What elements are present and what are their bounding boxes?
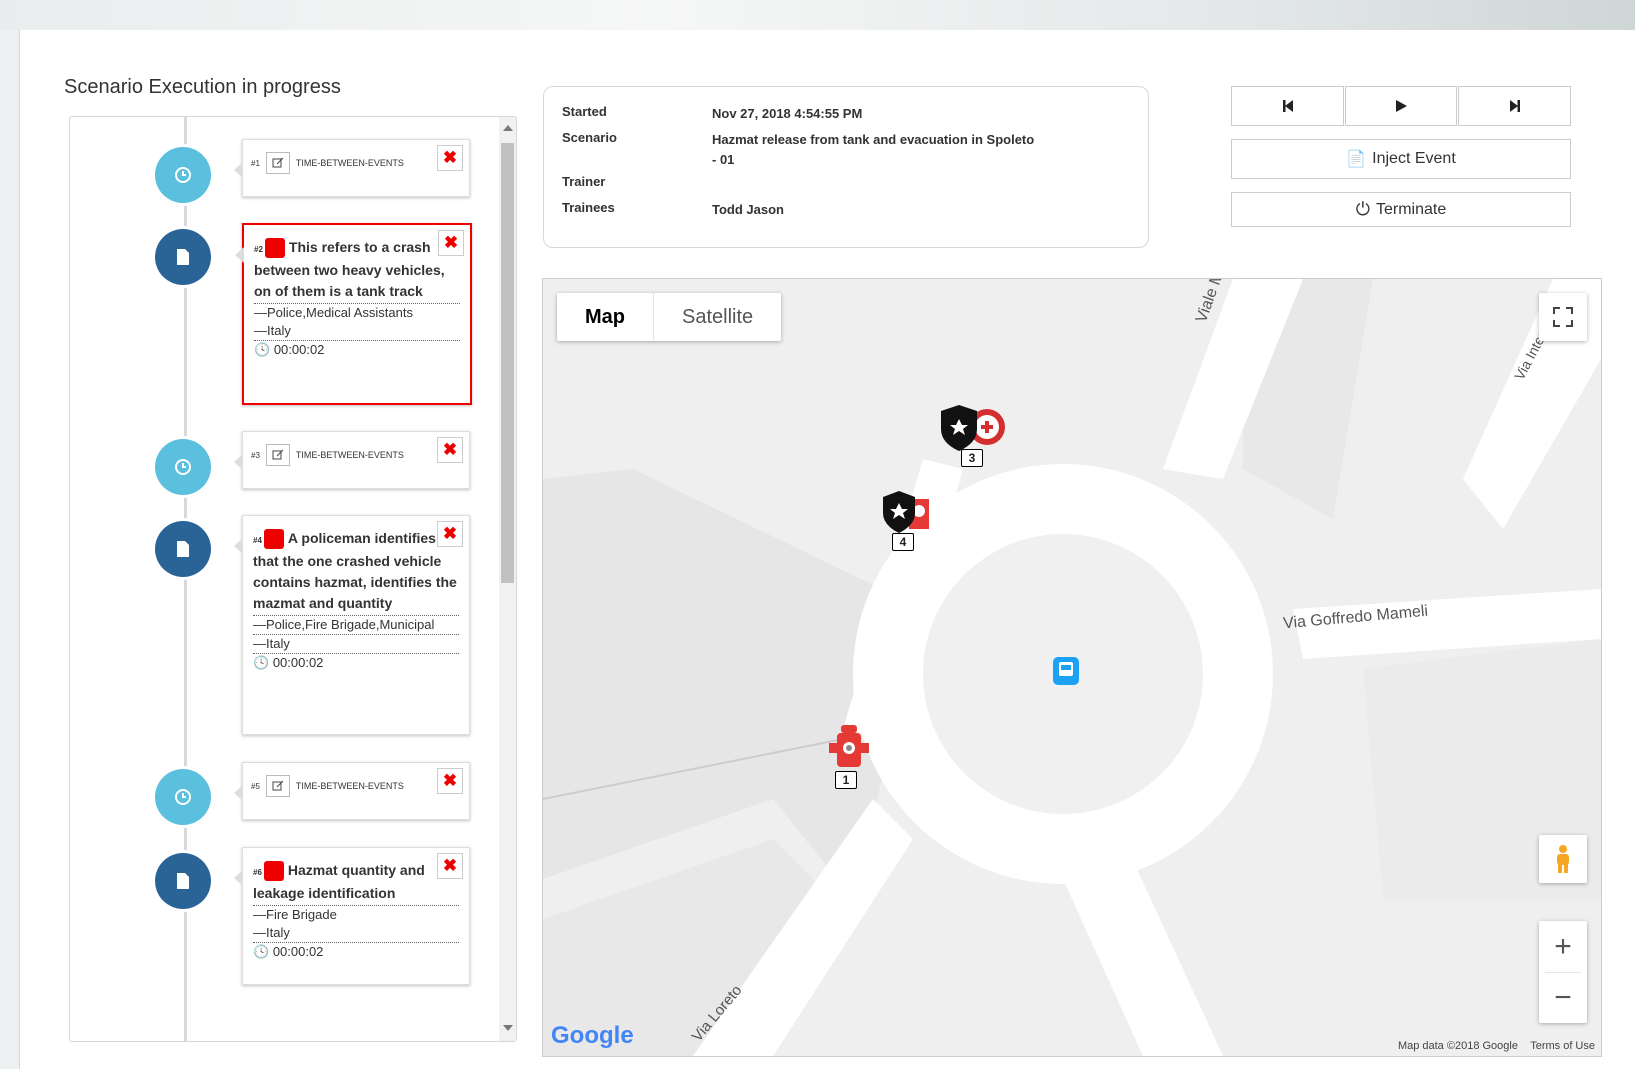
timer-icon bbox=[155, 439, 211, 495]
step-forward-button[interactable] bbox=[1458, 86, 1571, 126]
inject-icon: 📄 bbox=[1346, 151, 1367, 168]
google-logo: Google bbox=[551, 1022, 634, 1049]
map-attribution: Map data ©2018 Google Terms of Use bbox=[1397, 1040, 1595, 1052]
delete-icon[interactable]: ✖ bbox=[437, 145, 463, 171]
timeline-card-2[interactable]: #2 This refers to a crash between two hea… bbox=[235, 223, 472, 405]
zoom-control[interactable]: + − bbox=[1539, 921, 1587, 1023]
document-icon bbox=[155, 853, 211, 909]
delete-icon[interactable]: ✖ bbox=[437, 853, 463, 879]
timeline-card-4[interactable]: #4 A policeman identifies that the one cr… bbox=[234, 515, 470, 735]
scroll-up-icon[interactable] bbox=[503, 125, 513, 131]
delete-icon[interactable]: ✖ bbox=[437, 437, 463, 463]
scenario-info: Started Nov 27, 2018 4:54:55 PM Scenario H… bbox=[543, 86, 1149, 248]
edit-icon[interactable] bbox=[265, 775, 290, 797]
page-title: Scenario Execution in progress bbox=[64, 76, 341, 98]
page-top-background bbox=[0, 0, 1635, 30]
edit-icon[interactable] bbox=[265, 444, 290, 466]
timer-icon bbox=[155, 147, 211, 203]
timeline-card-5[interactable]: #5 TIME-BETWEEN-EVENTS ✖ bbox=[234, 762, 470, 820]
document-icon bbox=[155, 521, 211, 577]
terms-link[interactable]: Terms of Use bbox=[1530, 1040, 1595, 1052]
map-view[interactable]: Viale Martir Via Interr Via Goffredo Mam… bbox=[542, 278, 1602, 1057]
clock-icon: 🕓 bbox=[253, 655, 270, 670]
clock-icon: 🕓 bbox=[254, 342, 271, 357]
delete-icon[interactable]: ✖ bbox=[437, 521, 463, 547]
document-icon bbox=[155, 229, 211, 285]
police-fire-marker-icon[interactable] bbox=[879, 489, 943, 539]
event-color-badge bbox=[263, 861, 284, 882]
timeline-card-3[interactable]: #3 TIME-BETWEEN-EVENTS ✖ bbox=[234, 431, 470, 489]
terminate-button[interactable]: ⏻ Terminate bbox=[1231, 192, 1571, 227]
play-icon bbox=[1396, 100, 1407, 112]
skip-forward-icon bbox=[1509, 100, 1520, 112]
scrollbar-thumb[interactable] bbox=[501, 143, 514, 583]
edit-icon[interactable] bbox=[265, 152, 290, 174]
delete-icon[interactable]: ✖ bbox=[437, 768, 463, 794]
zoom-out-icon[interactable]: − bbox=[1554, 973, 1572, 1023]
fire-hydrant-marker-icon[interactable] bbox=[825, 723, 873, 773]
play-button[interactable] bbox=[1345, 86, 1457, 126]
map-type-control[interactable]: Map Satellite bbox=[557, 293, 782, 341]
step-back-button[interactable] bbox=[1231, 86, 1344, 126]
timeline-panel[interactable]: #1 TIME-BETWEEN-EVENTS ✖ #2 This refers t… bbox=[69, 116, 517, 1042]
map-type-map-button[interactable]: Map bbox=[557, 293, 653, 341]
street-view-button[interactable] bbox=[1539, 835, 1587, 883]
timer-icon bbox=[155, 769, 211, 825]
fullscreen-button[interactable] bbox=[1539, 293, 1587, 341]
bus-stop-icon[interactable] bbox=[1053, 657, 1079, 685]
zoom-in-icon[interactable]: + bbox=[1554, 922, 1572, 972]
police-medical-marker-icon[interactable] bbox=[937, 403, 1013, 455]
delete-icon[interactable]: ✖ bbox=[438, 230, 464, 256]
timeline-scrollbar[interactable] bbox=[499, 117, 516, 1041]
clock-icon: 🕓 bbox=[253, 944, 270, 959]
inject-event-button[interactable]: 📄 Inject Event bbox=[1231, 139, 1571, 179]
pegman-icon bbox=[1557, 845, 1569, 873]
skip-back-icon bbox=[1282, 100, 1293, 112]
map-type-satellite-button[interactable]: Satellite bbox=[653, 293, 781, 341]
event-color-badge bbox=[263, 529, 284, 550]
scroll-down-icon[interactable] bbox=[503, 1025, 513, 1031]
event-color-badge bbox=[264, 238, 285, 259]
fullscreen-icon bbox=[1553, 307, 1573, 327]
power-icon: ⏻ bbox=[1355, 199, 1370, 219]
timeline-card-1[interactable]: #1 TIME-BETWEEN-EVENTS ✖ bbox=[234, 139, 470, 197]
timeline-card-6[interactable]: #6 Hazmat quantity and leakage identifica… bbox=[234, 847, 470, 985]
